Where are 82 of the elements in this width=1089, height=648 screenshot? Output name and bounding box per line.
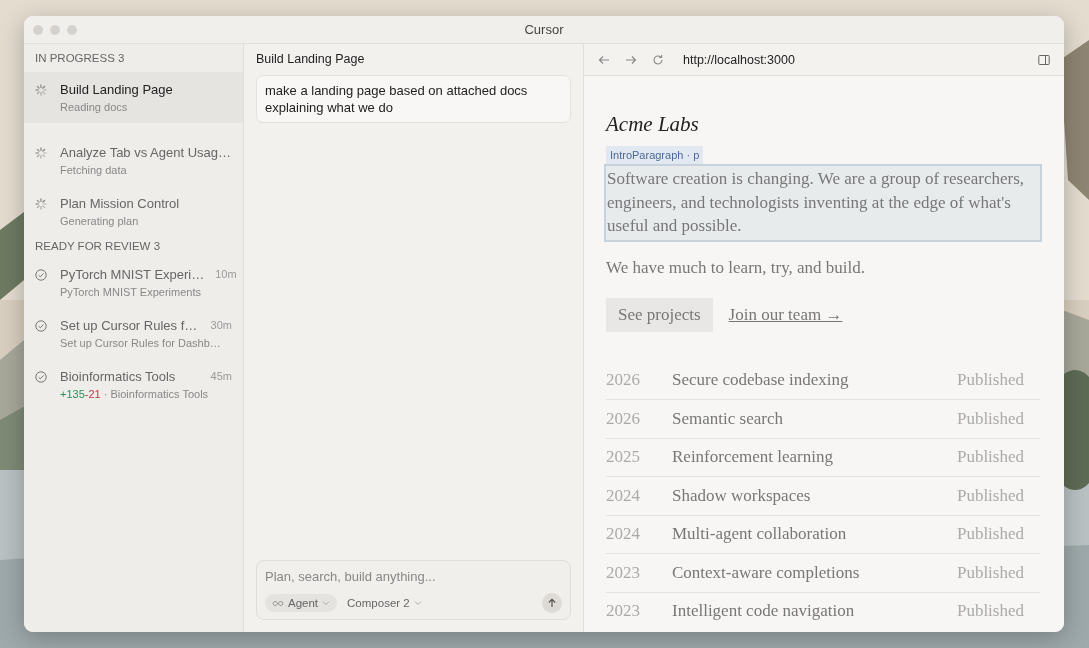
project-year: 2023 — [606, 562, 641, 583]
task-subtitle: Generating plan — [60, 215, 140, 227]
tagline: We have much to learn, try, and build. — [606, 257, 867, 278]
inspector-label: IntroParagraph · p — [606, 146, 704, 164]
toggle-sidebar-button[interactable] — [1038, 53, 1050, 66]
toggle-sidebar-icon — [1038, 53, 1050, 66]
window-close-button[interactable] — [33, 24, 43, 35]
check-circle-icon — [35, 320, 47, 332]
intro-paragraph: Software creation is changing. We are a group of researchers, engineers, and technologists inventing at the edge of what's useful and possible. — [604, 164, 1042, 242]
forward-button[interactable] — [625, 53, 637, 66]
task-item[interactable]: PyTorch MNIST Experi… 10m PyTorch MNIST Experiments — [24, 260, 243, 296]
url-field[interactable]: http://localhost:3000 — [683, 52, 795, 67]
composer-placeholder: Plan, search, build anything... — [265, 569, 436, 584]
task-item[interactable]: Build Landing Page Reading docs — [24, 72, 243, 123]
site-logo: Acme Labs — [606, 112, 699, 137]
task-item[interactable]: Set up Cursor Rules f… 30m Set up Cursor Rules for Dashb… — [24, 311, 243, 347]
model-dropdown[interactable]: Composer 2 — [345, 594, 424, 612]
project-title: Semantic search — [672, 408, 784, 429]
task-title: Build Landing Page — [60, 82, 174, 97]
spinner-icon — [35, 198, 47, 210]
project-title: Shadow workspaces — [672, 485, 812, 506]
task-time: 30m — [210, 318, 232, 331]
task-item[interactable]: Plan Mission Control Generating plan — [24, 189, 243, 225]
task-subtitle: Reading docs — [60, 101, 129, 113]
reload-button[interactable] — [652, 53, 664, 66]
spinner-icon — [35, 147, 47, 159]
back-icon — [598, 53, 610, 66]
join-team-link[interactable]: Join our team → — [728, 304, 843, 325]
project-title: Multi-agent collaboration — [672, 524, 848, 545]
see-projects-button[interactable]: See projects — [606, 297, 713, 332]
task-subtitle: Set up Cursor Rules for Dashb… — [60, 337, 222, 349]
task-title: Set up Cursor Rules f… — [60, 318, 199, 333]
user-message: make a landing page based on attached docs explaining what we do — [256, 75, 571, 123]
project-year: 2023 — [606, 601, 641, 622]
send-button[interactable] — [542, 593, 562, 613]
project-title: Reinforcement learning — [672, 447, 834, 468]
composer-field[interactable]: Plan, search, build anything... Agent Composer 2 — [256, 560, 571, 620]
project-status: Published — [956, 485, 1024, 506]
project-status: Published — [956, 562, 1024, 583]
arrow-up-icon — [547, 598, 557, 608]
additions-count: +135 — [60, 388, 85, 400]
project-year: 2025 — [606, 447, 641, 468]
project-status: Published — [956, 601, 1024, 622]
section-header: IN PROGRESS 3 — [34, 52, 126, 66]
window-zoom-button[interactable] — [67, 24, 77, 35]
check-circle-icon — [35, 371, 47, 383]
back-button[interactable] — [598, 53, 610, 66]
project-year: 2026 — [606, 370, 641, 391]
project-year: 2024 — [606, 485, 641, 506]
check-circle-icon — [35, 269, 47, 281]
chevron-down-icon — [322, 599, 331, 607]
task-title: Analyze Tab vs Agent Usag… — [60, 145, 232, 160]
project-year: 2026 — [606, 408, 641, 429]
window-title: Cursor — [524, 22, 564, 37]
infinity-icon — [272, 599, 284, 607]
window-minimize-button[interactable] — [50, 24, 60, 35]
deletions-count: -21 — [84, 388, 101, 400]
project-status: Published — [956, 408, 1024, 429]
task-title: Plan Mission Control — [60, 196, 181, 211]
mode-dropdown[interactable]: Agent — [265, 594, 338, 612]
task-subtitle: · Bioinformatics Tools — [103, 388, 209, 400]
task-title: Bioinformatics Tools — [60, 369, 177, 384]
task-item[interactable]: Analyze Tab vs Agent Usag… Fetching data — [24, 138, 243, 174]
reload-icon — [652, 53, 664, 66]
chevron-down-icon — [413, 599, 422, 607]
forward-icon — [625, 53, 637, 66]
task-time: 45m — [210, 369, 232, 382]
task-time: 10m — [215, 267, 237, 280]
task-item[interactable]: Bioinformatics Tools 45m +135-21 · Bioinformatics Tools — [24, 362, 243, 398]
project-year: 2024 — [606, 524, 641, 545]
chat-title: Build Landing Page — [256, 52, 365, 66]
project-status: Published — [956, 370, 1024, 391]
project-status: Published — [956, 447, 1024, 468]
task-subtitle: PyTorch MNIST Experiments — [60, 286, 202, 298]
task-subtitle: Fetching data — [60, 164, 128, 176]
project-status: Published — [956, 524, 1024, 545]
spinner-icon — [35, 84, 47, 96]
task-title: PyTorch MNIST Experi… — [60, 267, 205, 282]
project-title: Secure codebase indexing — [672, 370, 850, 391]
project-title: Context-aware completions — [672, 562, 861, 583]
section-header: READY FOR REVIEW 3 — [34, 240, 162, 254]
project-title: Intelligent code navigation — [672, 601, 856, 622]
